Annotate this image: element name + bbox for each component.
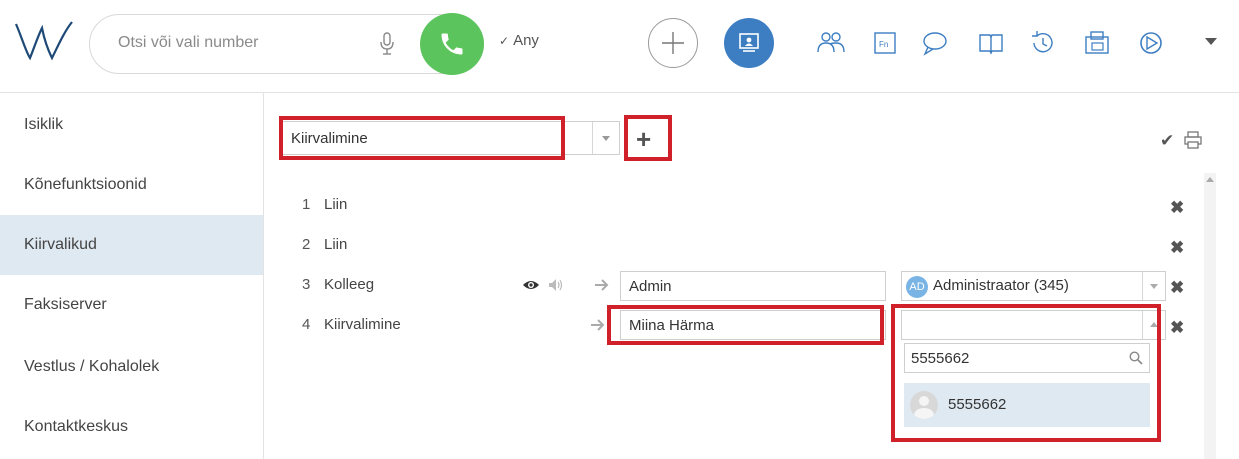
desktop-icon <box>739 33 759 52</box>
delete-row-icon[interactable]: ✖ <box>1170 318 1184 338</box>
name-input[interactable]: Admin <box>620 271 886 301</box>
scrollbar[interactable] <box>1204 173 1216 459</box>
row-type: Kolleeg <box>324 276 375 293</box>
chevron-down-icon <box>1142 272 1165 300</box>
row-number: 2 <box>302 236 311 253</box>
arrow-right-icon <box>595 279 609 291</box>
sidebar-item-faksiserver[interactable]: Faksiserver <box>0 275 263 335</box>
call-button[interactable] <box>420 13 484 75</box>
speed-dial-row: 3 Kolleeg Admin AD Administraator (345) … <box>264 266 1204 306</box>
speaker-icon[interactable] <box>548 278 564 292</box>
svg-text:Fn: Fn <box>879 40 888 49</box>
top-bar: Otsi või vali number ✓ Any Fn <box>0 0 1239 93</box>
sidebar-item-konefunktsioonid[interactable]: Kõnefunktsioonid <box>0 155 263 215</box>
history-icon[interactable] <box>1028 28 1058 58</box>
speed-dial-row: 2 Liin ✖ <box>264 226 1204 266</box>
row-number: 3 <box>302 276 311 293</box>
row-type: Kiirvalimine <box>324 316 401 333</box>
sidebar-item-label: Isiklik <box>24 116 64 133</box>
scroll-up-icon[interactable] <box>1206 177 1214 182</box>
delete-row-icon[interactable]: ✖ <box>1170 278 1184 298</box>
sidebar-item-label: Kontaktkeskus <box>24 418 129 435</box>
microphone-icon[interactable] <box>380 32 394 56</box>
speed-dial-panel: Kiirvalimine + ✔ 1 Liin ✖ 2 Liin ✖ 3 Kol… <box>264 93 1239 459</box>
row-type: Liin <box>324 236 348 253</box>
sidebar-item-label: Kõnefunktsioonid <box>24 176 147 193</box>
row-number: 4 <box>302 316 311 333</box>
fax-icon[interactable] <box>1082 28 1112 58</box>
delete-row-icon[interactable]: ✖ <box>1170 238 1184 258</box>
book-icon[interactable] <box>976 28 1006 58</box>
search-input[interactable]: Otsi või vali number <box>118 34 259 52</box>
line-select-value: Any <box>513 32 539 49</box>
menu-dropdown-icon[interactable] <box>1205 38 1217 45</box>
chat-icon[interactable] <box>920 28 950 58</box>
line-select[interactable]: ✓ Any <box>499 32 539 49</box>
sidebar-item-isiklik[interactable]: Isiklik <box>0 95 263 155</box>
user-avatar: AD <box>906 276 928 298</box>
sidebar-item-vestlus[interactable]: Vestlus / Kohalolek <box>0 337 263 397</box>
contacts-icon[interactable] <box>816 28 846 58</box>
sidebar-item-label: Faksiserver <box>24 296 107 313</box>
sidebar-item-label: Kiirvalikud <box>24 236 97 253</box>
plus-icon <box>662 32 684 54</box>
chevron-down-icon: ✓ <box>499 34 510 48</box>
user-select-value: Administraator (345) <box>933 277 1069 294</box>
phone-icon <box>441 33 463 55</box>
presence-icon[interactable] <box>1136 28 1166 58</box>
chevron-down-icon <box>592 122 619 154</box>
user-select[interactable]: AD Administraator (345) <box>901 271 1166 301</box>
eye-icon[interactable] <box>522 278 540 292</box>
desktop-button[interactable] <box>724 18 774 68</box>
logo-icon <box>14 21 73 61</box>
highlight-box <box>891 304 1161 442</box>
new-call-button[interactable] <box>648 18 698 68</box>
sidebar-item-kiirvalikud[interactable]: Kiirvalikud <box>0 215 263 275</box>
arrow-right-icon <box>591 319 605 331</box>
highlight-box <box>624 115 672 161</box>
settings-sidebar: Isiklik Kõnefunktsioonid Kiirvalikud Fak… <box>0 93 264 459</box>
highlight-box <box>279 116 565 160</box>
name-input-value: Admin <box>629 278 672 295</box>
sidebar-item-kontaktkeskus[interactable]: Kontaktkeskus <box>0 397 263 457</box>
row-number: 1 <box>302 196 311 213</box>
delete-row-icon[interactable]: ✖ <box>1170 198 1184 218</box>
save-check-icon[interactable]: ✔ <box>1160 131 1174 151</box>
function-keys-icon[interactable]: Fn <box>870 28 900 58</box>
row-type: Liin <box>324 196 348 213</box>
highlight-box <box>607 305 884 345</box>
speed-dial-row: 1 Liin ✖ <box>264 186 1204 226</box>
print-icon[interactable] <box>1184 131 1202 149</box>
sidebar-item-label: Vestlus / Kohalolek <box>24 358 160 375</box>
